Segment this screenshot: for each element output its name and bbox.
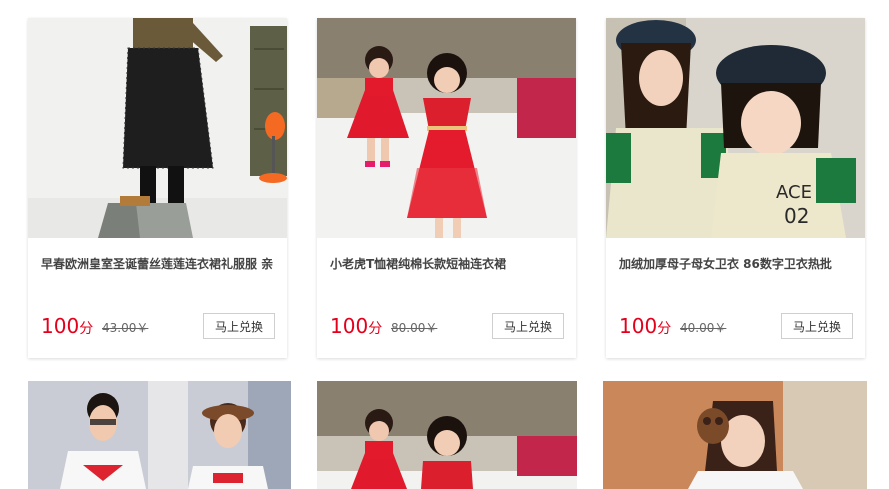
redeem-button[interactable]: 马上兑换 bbox=[203, 313, 275, 339]
points-price: 100分 bbox=[41, 312, 93, 343]
product-card[interactable]: 早春欧洲皇室圣诞蕾丝莲莲连衣裙礼服服 亲 100分 43.00￥ 马上兑换 bbox=[28, 18, 287, 358]
product-card[interactable] bbox=[603, 381, 867, 489]
points-value: 100 bbox=[41, 314, 80, 338]
product-image[interactable] bbox=[603, 381, 867, 489]
product-image[interactable] bbox=[317, 18, 576, 238]
points-value: 100 bbox=[330, 314, 369, 338]
redeem-button[interactable]: 马上兑换 bbox=[781, 313, 853, 339]
product-card[interactable]: ACE 02 加绒加厚母子母女卫衣 86数字卫衣热批 100分 40.00￥ 马… bbox=[606, 18, 865, 358]
points-price: 100分 bbox=[619, 312, 671, 343]
product-image[interactable] bbox=[28, 18, 287, 238]
product-title[interactable]: 小老虎T恤裙纯棉长款短袖连衣裙 bbox=[330, 255, 565, 272]
product-card[interactable] bbox=[317, 381, 577, 489]
product-title[interactable]: 加绒加厚母子母女卫衣 86数字卫衣热批 bbox=[619, 255, 854, 272]
product-image[interactable] bbox=[317, 381, 577, 489]
points-unit: 分 bbox=[79, 321, 94, 337]
shirt-print: ACE bbox=[776, 182, 812, 203]
product-image[interactable] bbox=[28, 381, 291, 489]
product-image[interactable]: ACE 02 bbox=[606, 18, 865, 238]
original-price: 40.00￥ bbox=[680, 321, 727, 335]
product-title[interactable]: 早春欧洲皇室圣诞蕾丝莲莲连衣裙礼服服 亲 bbox=[41, 255, 276, 272]
points-value: 100 bbox=[619, 314, 658, 338]
redeem-button[interactable]: 马上兑换 bbox=[492, 313, 564, 339]
product-card[interactable] bbox=[28, 381, 291, 489]
original-price: 43.00￥ bbox=[102, 321, 149, 335]
shirt-print: 02 bbox=[784, 204, 809, 228]
points-price: 100分 bbox=[330, 312, 382, 343]
product-card[interactable]: 小老虎T恤裙纯棉长款短袖连衣裙 100分 80.00￥ 马上兑换 bbox=[317, 18, 576, 358]
points-unit: 分 bbox=[368, 321, 383, 337]
original-price: 80.00￥ bbox=[391, 321, 438, 335]
points-unit: 分 bbox=[657, 321, 672, 337]
